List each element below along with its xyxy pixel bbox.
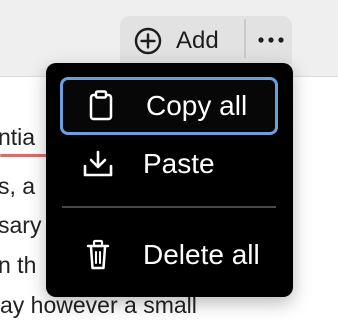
more-options-button[interactable] bbox=[251, 23, 291, 57]
toolbar-divider bbox=[244, 19, 246, 58]
menu-separator bbox=[62, 206, 276, 208]
trash-icon bbox=[78, 235, 118, 275]
menu-item-delete-all[interactable]: Delete all bbox=[60, 225, 278, 285]
context-menu: Copy all Paste Delete all bbox=[46, 63, 293, 297]
menu-item-label: Paste bbox=[143, 148, 215, 179]
editor-text-line: ntia bbox=[0, 124, 36, 150]
plus-circle-icon bbox=[130, 23, 166, 59]
clipboard-icon bbox=[81, 86, 121, 126]
editor-text-line: s, a bbox=[0, 173, 36, 199]
add-button[interactable]: Add bbox=[130, 23, 219, 59]
spelling-underline bbox=[0, 154, 48, 157]
stage: ntia s, a sary n th ay however a small A… bbox=[0, 0, 338, 326]
editor-text-line: sary bbox=[0, 212, 42, 238]
menu-item-label: Copy all bbox=[146, 90, 248, 121]
download-icon bbox=[78, 144, 118, 184]
menu-item-label: Delete all bbox=[143, 239, 260, 270]
more-horizontal-icon bbox=[256, 33, 286, 48]
editor-text-line: n th bbox=[0, 252, 37, 278]
menu-item-copy-all[interactable]: Copy all bbox=[60, 77, 278, 135]
editor-text-line: ay however a small bbox=[0, 292, 197, 318]
menu-item-paste[interactable]: Paste bbox=[60, 134, 278, 194]
add-button-label: Add bbox=[176, 27, 219, 54]
